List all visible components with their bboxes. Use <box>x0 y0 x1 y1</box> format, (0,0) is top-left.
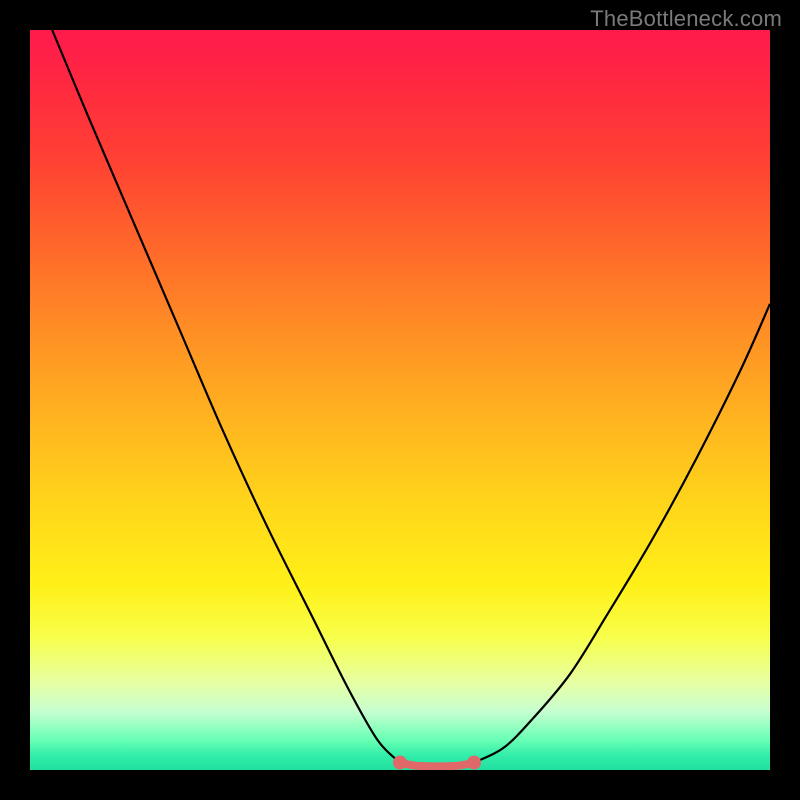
chart-frame: TheBottleneck.com <box>0 0 800 800</box>
curve-left <box>52 30 400 763</box>
curve-right <box>474 304 770 763</box>
bottom-marker-dot-right <box>467 756 481 770</box>
chart-svg <box>30 30 770 770</box>
bottom-marker-dot-left <box>393 756 407 770</box>
watermark-text: TheBottleneck.com <box>590 6 782 32</box>
bottom-marker-line <box>400 763 474 767</box>
